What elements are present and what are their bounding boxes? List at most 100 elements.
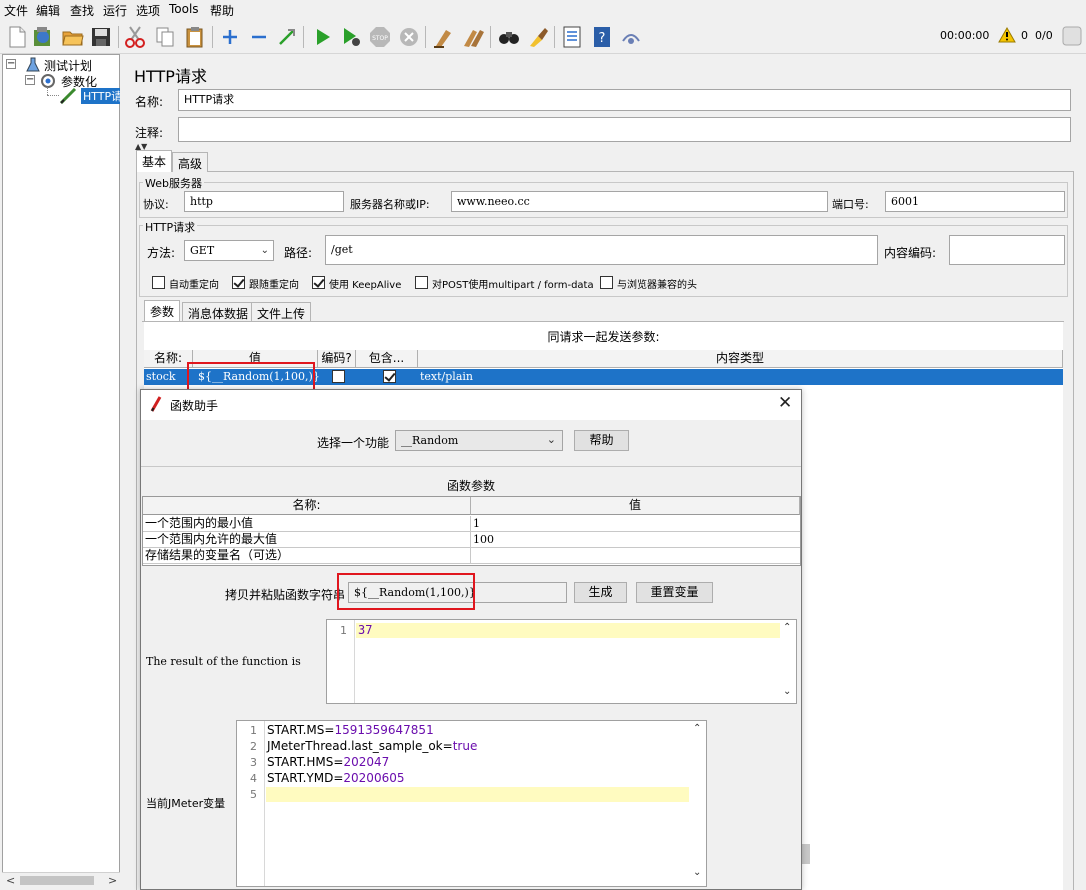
encode-checkbox[interactable] <box>332 370 345 383</box>
current-line-highlight <box>266 787 689 802</box>
scroll-up-icon[interactable]: ⌃ <box>693 723 701 734</box>
tree-collapse-icon[interactable]: − <box>6 59 16 69</box>
result-editor[interactable]: 1 37 ⌃ ⌄ <box>326 619 797 704</box>
menu-help[interactable]: 帮助 <box>210 2 234 19</box>
warning-icon[interactable] <box>998 26 1016 46</box>
paste-icon[interactable] <box>182 24 208 50</box>
highlight-box <box>187 362 315 391</box>
start-no-pause-icon[interactable] <box>338 24 364 50</box>
multipart-checkbox[interactable] <box>415 276 428 289</box>
tab-basic[interactable]: 基本 <box>136 150 173 172</box>
open-icon[interactable] <box>60 24 86 50</box>
scroll-right-icon[interactable]: > <box>108 874 117 887</box>
tab-advanced[interactable]: 高级 <box>172 152 209 172</box>
scroll-down-icon[interactable]: ⌄ <box>693 867 701 878</box>
tab-body-data[interactable]: 消息体数据 <box>182 302 255 321</box>
name-input[interactable]: HTTP请求 <box>178 89 1071 111</box>
elapsed-timer: 00:00:00 <box>940 29 990 42</box>
column-include[interactable]: 包含... <box>356 350 418 368</box>
menu-run[interactable]: 运行 <box>103 2 127 19</box>
generate-button[interactable]: 生成 <box>574 582 627 603</box>
variables-scrollbar[interactable]: ⌃ ⌄ <box>690 721 706 886</box>
port-input[interactable]: 6001 <box>885 191 1065 212</box>
search-icon[interactable] <box>496 24 522 50</box>
tree-horizontal-scrollbar[interactable]: < > <box>2 872 120 888</box>
column-encode[interactable]: 编码? <box>318 350 356 368</box>
remote-icon[interactable] <box>618 24 644 50</box>
variables-editor[interactable]: 1 2 3 4 5 START.MS=1591359647851 JMeterT… <box>236 720 707 887</box>
svg-text:?: ? <box>599 31 606 46</box>
tab-file-upload[interactable]: 文件上传 <box>251 302 312 321</box>
help-button[interactable]: 帮助 <box>574 430 629 451</box>
menu-edit[interactable]: 编辑 <box>36 2 60 19</box>
line-number: 2 <box>250 740 257 753</box>
param-name-cell: 存储结果的变量名（可选） <box>143 548 471 564</box>
param-value-cell[interactable]: 1 <box>471 516 800 532</box>
variable-line: START.YMD=20200605 <box>267 771 405 785</box>
comment-input[interactable] <box>178 117 1071 142</box>
browser-headers-checkbox[interactable] <box>600 276 613 289</box>
clear-icon[interactable] <box>430 24 456 50</box>
server-input[interactable]: www.neeo.cc <box>451 191 828 212</box>
save-icon[interactable] <box>88 24 114 50</box>
multipart-label: 对POST使用multipart / form-data <box>432 280 594 291</box>
function-select[interactable]: __Random ⌄ <box>395 430 563 451</box>
chevron-down-icon[interactable]: ⌄ <box>547 432 556 448</box>
follow-redirect-label: 跟随重定向 <box>249 280 299 291</box>
clear-all-icon[interactable] <box>460 24 486 50</box>
toggle-icon[interactable] <box>274 24 300 50</box>
scroll-left-icon[interactable]: < <box>6 874 15 887</box>
expand-icon[interactable] <box>217 24 243 50</box>
protocol-input[interactable]: http <box>184 191 344 212</box>
cut-icon[interactable] <box>122 24 148 50</box>
follow-redirect-checkbox[interactable] <box>232 276 245 289</box>
keepalive-checkbox[interactable] <box>312 276 325 289</box>
copy-icon[interactable] <box>152 24 178 50</box>
tree-label: 测试计划 <box>44 59 93 73</box>
comment-label: 注释: <box>135 126 164 140</box>
browser-headers-label: 与浏览器兼容的头 <box>617 280 697 291</box>
column-name[interactable]: 名称: <box>143 497 471 515</box>
param-value-cell[interactable] <box>471 548 800 564</box>
menu-search[interactable]: 查找 <box>70 2 94 19</box>
column-content-type[interactable]: 内容类型 <box>418 350 1063 368</box>
templates-icon[interactable] <box>30 24 56 50</box>
active-threads: 0/0 <box>1035 29 1053 42</box>
help-icon[interactable]: ? <box>589 24 615 50</box>
tree-node-http-request[interactable]: HTTP请求 <box>59 88 120 104</box>
menu-file[interactable]: 文件 <box>4 2 28 19</box>
encoding-input[interactable] <box>949 235 1065 265</box>
shutdown-icon[interactable] <box>396 24 422 50</box>
close-icon[interactable]: ✕ <box>778 393 792 413</box>
column-name[interactable]: 名称: <box>144 350 193 368</box>
svg-text:STOP: STOP <box>372 35 388 42</box>
param-content-type[interactable]: text/plain <box>420 370 473 383</box>
function-helper-icon[interactable] <box>559 24 585 50</box>
menu-options[interactable]: 选项 <box>136 2 160 19</box>
include-checkbox[interactable] <box>383 370 396 383</box>
param-name: stock <box>146 370 176 383</box>
tree-collapse-icon[interactable]: − <box>25 75 35 85</box>
params-title: 函数参数 <box>446 479 495 493</box>
method-select[interactable]: GET ⌄ <box>184 240 274 261</box>
column-value[interactable]: 值 <box>471 497 800 515</box>
param-value-cell[interactable]: 100 <box>471 532 800 548</box>
new-icon[interactable] <box>4 24 30 50</box>
reset-search-icon[interactable] <box>525 24 551 50</box>
chevron-down-icon[interactable]: ⌄ <box>261 243 269 259</box>
scroll-thumb[interactable] <box>20 876 94 885</box>
menu-tools[interactable]: Tools <box>169 2 199 16</box>
tab-parameters[interactable]: 参数 <box>144 300 181 321</box>
collapse-icon[interactable] <box>246 24 272 50</box>
thread-group-icon <box>39 73 57 92</box>
keepalive-label: 使用 KeepAlive <box>329 280 402 291</box>
result-scrollbar[interactable]: ⌃ ⌄ <box>780 620 796 703</box>
stop-icon[interactable]: STOP <box>367 24 393 50</box>
path-input[interactable]: /get <box>325 235 878 265</box>
start-icon[interactable] <box>310 24 336 50</box>
auto-redirect-checkbox[interactable] <box>152 276 165 289</box>
highlight-box <box>337 573 475 610</box>
scroll-up-icon[interactable]: ⌃ <box>783 622 791 633</box>
reset-variables-button[interactable]: 重置变量 <box>636 582 713 603</box>
scroll-down-icon[interactable]: ⌄ <box>783 686 791 697</box>
